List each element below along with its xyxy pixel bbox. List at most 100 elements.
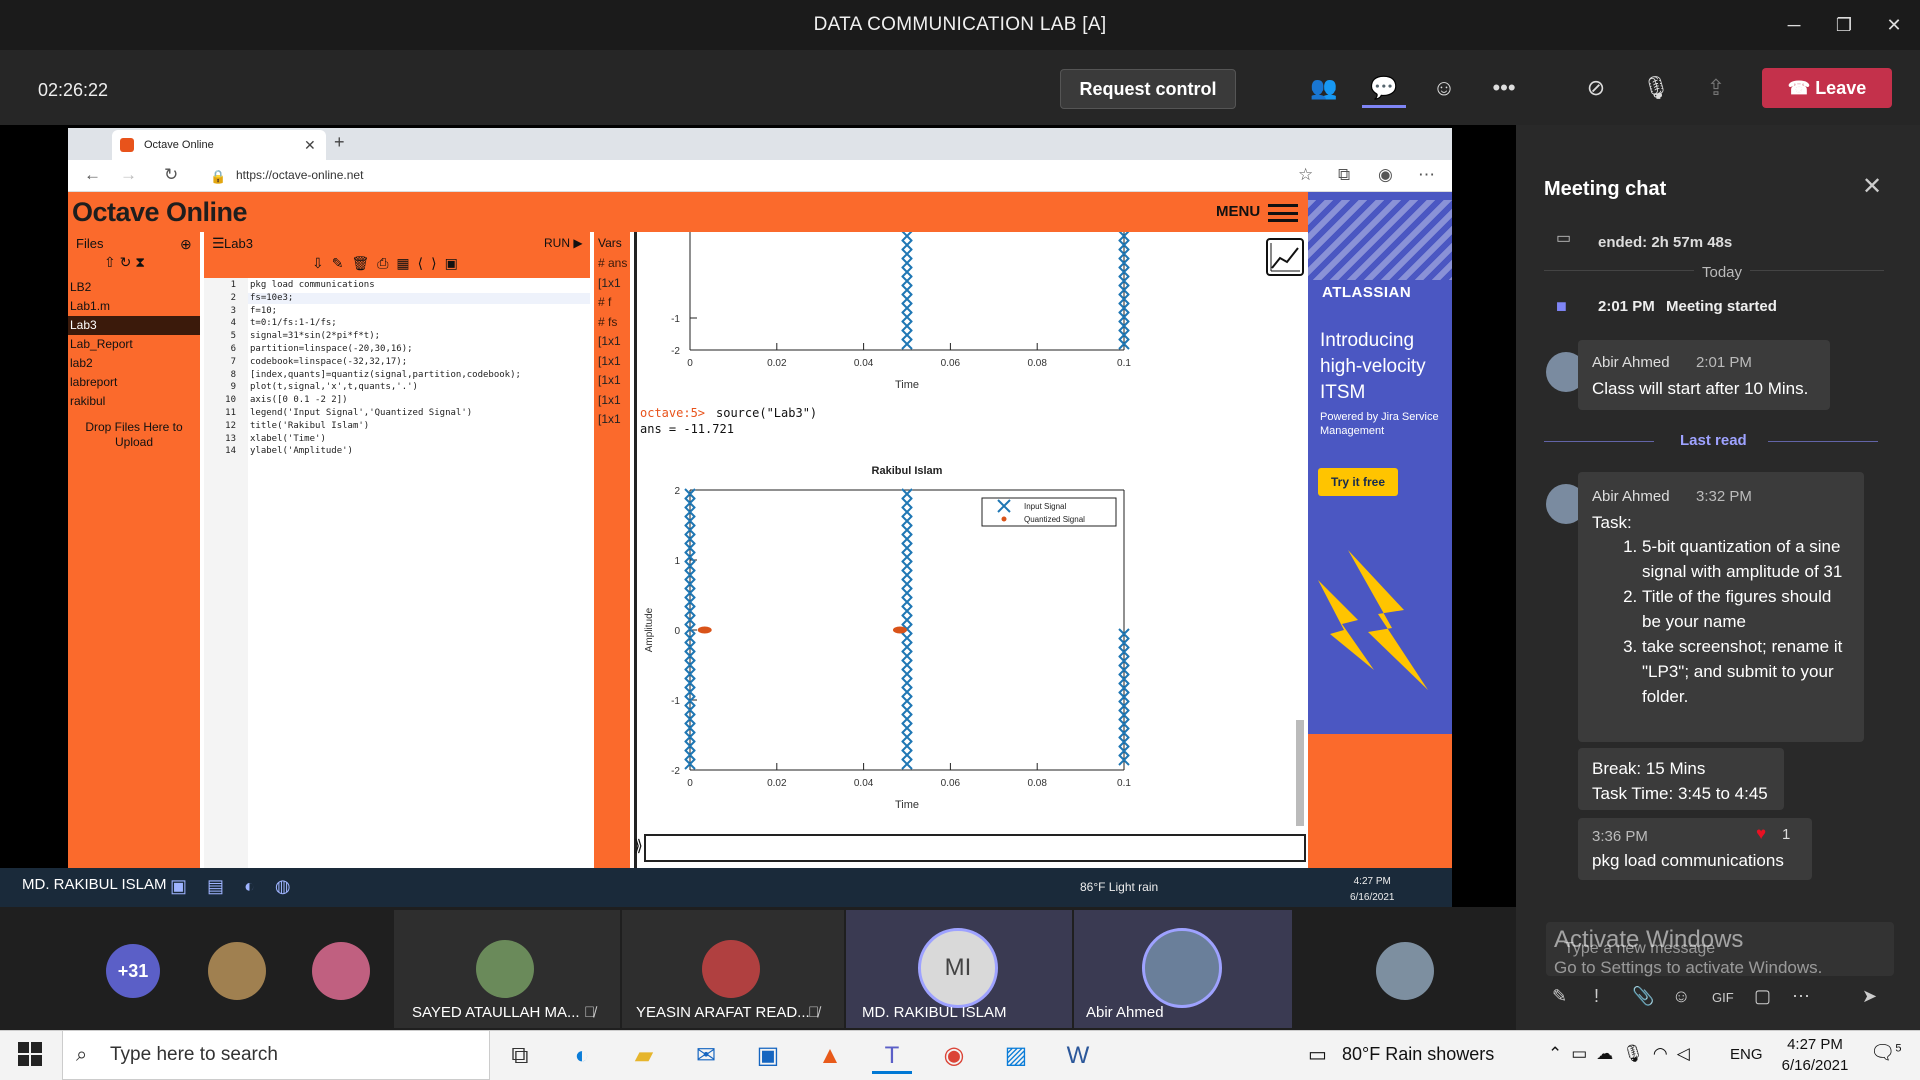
code-line[interactable]: xlabel('Time') [250,434,326,444]
chat-close-icon[interactable]: ✕ [1862,172,1882,201]
camera-off-icon[interactable]: ⊘ [1574,68,1618,108]
url-field[interactable]: https://octave-online.net [236,168,363,182]
emoji-icon[interactable]: ☺ [1672,986,1690,1007]
teams-icon[interactable]: T [872,1038,912,1074]
file-item[interactable]: rakibul [68,392,200,411]
file-item[interactable]: Lab3 [68,316,200,335]
ad-cta-button[interactable]: Try it free [1318,468,1398,496]
editor-tools-icons[interactable]: ⇩✎🗑⎙▦⟨⟩▣ [312,255,466,272]
forward-icon[interactable]: → [120,165,137,185]
profile-icon[interactable]: ◉ [1378,165,1393,185]
code-line[interactable]: legend('Input Signal','Quantized Signal'… [250,408,472,418]
heart-icon[interactable]: ♥ [1756,824,1766,844]
legend-label: Quantized Signal [1024,515,1085,524]
file-explorer-icon[interactable]: ▰ [624,1038,664,1074]
notification-icon[interactable]: 🗨5 [1870,1040,1902,1065]
file-item[interactable]: Lab1.m [68,297,200,316]
code-line[interactable]: partition=linspace(-20,30,16); [250,344,413,354]
collections-icon[interactable]: ⧉ [1338,165,1350,185]
refresh-icon[interactable]: ↻ [164,165,178,185]
data-point-x [901,659,913,671]
more-participants-badge[interactable]: +31 [106,944,160,998]
file-item[interactable]: labreport [68,373,200,392]
code-line[interactable]: title('Rakibul Islam') [250,421,369,431]
word-icon[interactable]: W [1058,1038,1098,1074]
mic-off-icon[interactable]: 🎙 [1634,68,1678,108]
editor-menu-icon[interactable]: ☰ [212,235,225,252]
chat-icon[interactable]: 💬 [1362,68,1406,108]
matlab-icon[interactable]: ▲ [810,1038,850,1074]
data-point-x [901,731,913,743]
var-item[interactable]: [1x1 [598,354,621,368]
request-control-button[interactable]: Request control [1060,69,1236,109]
menu-label[interactable]: MENU [1216,203,1260,220]
code-line[interactable]: plot(t,signal,'x',t,quants,'.') [250,382,418,392]
code-line[interactable]: f=10; [250,306,277,316]
var-item[interactable]: [1x1 [598,412,621,426]
minimize-icon[interactable]: ─ [1780,12,1808,38]
windows-start-icon[interactable] [18,1042,42,1066]
leave-button[interactable]: ☎ Leave [1762,68,1892,108]
octave-logo[interactable]: Octave Online [72,197,248,228]
new-file-icon[interactable]: ⊕ [180,236,192,253]
more-options-icon[interactable]: ⋯ [1792,986,1810,1007]
code-line[interactable]: axis([0 0.1 -2 2]) [250,395,348,405]
reactions-icon[interactable]: ☺ [1422,68,1466,108]
attach-icon[interactable]: 📎 [1632,986,1654,1007]
plot-toggle-icon[interactable] [1266,238,1304,276]
tab-close-icon[interactable]: ✕ [304,130,316,160]
restore-icon[interactable]: ❐ [1830,12,1858,38]
file-tools-icons[interactable]: ⇧ ↻ ⧗ [104,254,145,271]
share-tray-icon[interactable]: ⇪ [1694,68,1738,108]
code-line[interactable]: t=0:1/fs:1-1/fs; [250,318,337,328]
var-item[interactable]: # f [598,295,611,309]
command-scrollbar[interactable] [1296,720,1304,826]
code-line[interactable]: fs=10e3; [250,293,293,303]
command-input[interactable] [644,834,1306,862]
system-tray-icons[interactable]: ⌃▭☁🎙◠◁ [1548,1044,1699,1064]
remote-icon[interactable]: ▣ [748,1038,788,1074]
chrome-icon[interactable]: ◉ [934,1038,974,1074]
var-item[interactable]: [1x1 [598,334,621,348]
participant-avatar [1142,928,1222,1008]
participants-icon[interactable]: 👥 [1302,68,1346,108]
taskbar-weather[interactable]: 80°F Rain showers [1342,1044,1494,1065]
drop-zone[interactable]: Drop Files Here to Upload [72,420,196,450]
code-line[interactable]: [index,quants]=quantiz(signal,partition,… [250,370,521,380]
file-item[interactable]: lab2 [68,354,200,373]
back-icon[interactable]: ← [84,165,101,185]
var-item[interactable]: [1x1 [598,393,621,407]
data-point-x [901,232,913,242]
run-button[interactable]: RUN ▶ [544,236,583,250]
code-line[interactable]: ylabel('Amplitude') [250,446,353,456]
browser-tab[interactable]: Octave Online [112,130,326,160]
mail-icon[interactable]: ✉ [686,1038,726,1074]
format-icon[interactable]: ✎ [1552,986,1567,1007]
edge-icon[interactable]: ◐ [562,1038,602,1074]
sticker-icon[interactable]: ▢ [1754,986,1771,1007]
send-icon[interactable]: ➤ [1862,986,1877,1007]
browser-menu-icon[interactable]: ⋯ [1418,165,1435,185]
var-item[interactable]: [1x1 [598,373,621,387]
task-view-icon[interactable]: ⧉ [500,1038,540,1074]
priority-icon[interactable]: ! [1594,986,1599,1007]
hamburger-icon[interactable] [1268,204,1298,222]
close-window-icon[interactable]: ✕ [1880,12,1908,38]
var-item[interactable]: # fs [598,315,617,329]
code-line[interactable]: codebook=linspace(-32,32,17); [250,357,407,367]
language-indicator[interactable]: ENG [1730,1046,1763,1063]
var-item[interactable]: [1x1 [598,276,621,290]
taskbar-clock[interactable]: 4:27 PM 6/16/2021 [1770,1034,1860,1076]
var-item[interactable]: # ans [598,256,627,270]
file-item[interactable]: Lab_Report [68,335,200,354]
gif-icon[interactable]: GIF [1712,990,1734,1005]
photos-icon[interactable]: ▨ [996,1038,1036,1074]
more-actions-icon[interactable]: ••• [1482,68,1526,108]
file-item[interactable]: LB2 [68,278,200,297]
code-line[interactable]: pkg load communications [250,280,375,290]
x-tick-label: 0 [687,358,693,369]
new-tab-icon[interactable]: + [334,132,345,153]
favorites-icon[interactable]: ☆ [1298,165,1313,185]
code-line[interactable]: signal=31*sin(2*pi*f*t); [250,331,380,341]
clock-time: 4:27 PM [1787,1036,1843,1053]
